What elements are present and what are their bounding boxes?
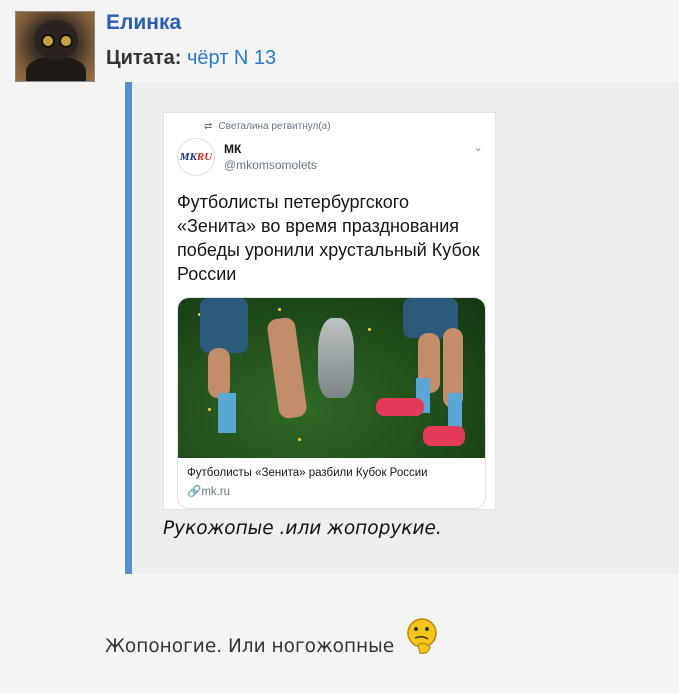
post-username[interactable]: Елинка <box>106 11 181 35</box>
thinking-smiley-icon <box>407 618 437 654</box>
tweet-text: Футболисты петербургского «Зенита» во вр… <box>177 192 480 284</box>
link-icon: 🔗 <box>187 486 202 498</box>
quote-author-link[interactable]: чёрт N 13 <box>187 47 276 69</box>
forum-post: Елинка Цитата: чёрт N 13 ⇄ Светалина ретв… <box>0 0 679 693</box>
reply-text: Жопоногие. Или ногожопные <box>105 636 395 657</box>
embedded-tweet[interactable]: ⇄ Светалина ретвитнул(а) MKRU МК @mkomsom… <box>163 112 496 510</box>
link-card[interactable]: Футболисты «Зенита» разбили Кубок России… <box>177 297 486 509</box>
retweet-line: ⇄ Светалина ретвитнул(а) <box>204 121 331 132</box>
card-link[interactable]: 🔗mk.ru <box>187 484 230 498</box>
retweet-icon: ⇄ <box>204 121 213 132</box>
avatar[interactable] <box>15 11 95 82</box>
card-title: Футболисты «Зенита» разбили Кубок России <box>187 467 428 479</box>
quote-caption: Рукожопые .или жопорукие. <box>163 518 442 539</box>
retweeted-by: Светалина ретвитнул(а) <box>218 121 331 132</box>
tweet-account-name[interactable]: МК <box>224 142 241 156</box>
mk-logo-avatar[interactable]: MKRU <box>177 138 215 176</box>
quote-header: Цитата: чёрт N 13 <box>106 47 276 70</box>
tweet-account-handle[interactable]: @mkomsomolets <box>224 158 317 172</box>
card-image <box>178 298 485 458</box>
chevron-down-icon[interactable]: ⌄ <box>473 140 483 154</box>
trophy <box>318 318 354 398</box>
quote-label: Цитата: <box>106 47 182 69</box>
